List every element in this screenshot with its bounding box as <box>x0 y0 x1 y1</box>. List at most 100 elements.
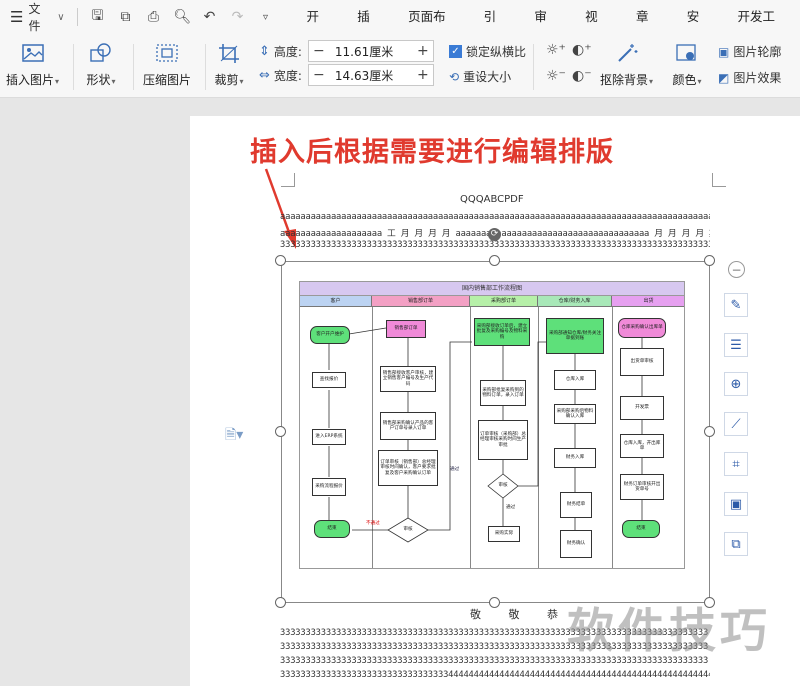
reset-size-button[interactable]: ⟲ 重设大小 <box>449 68 511 85</box>
width-stepper[interactable]: − 14.63厘米 + <box>307 64 434 86</box>
shape-label: 形状 <box>86 73 111 87</box>
image-selection-frame <box>281 261 710 603</box>
height-increase-button[interactable]: + <box>413 43 433 59</box>
outline-icon: ▣ <box>718 44 730 59</box>
picture-effect-label: 图片效果 <box>733 71 782 85</box>
crop-icon <box>214 40 244 66</box>
color-label: 颜色 <box>672 73 697 87</box>
divider <box>533 44 534 90</box>
document-title: QQQABCPDF <box>460 194 524 205</box>
file-menu-label: 文件 <box>28 2 41 33</box>
insert-picture-label: 插入图片 <box>6 73 55 87</box>
remove-background-button[interactable]: 抠除背景▾ <box>600 40 653 88</box>
ribbon-tabs: 开始 插入 页面布局 引用 审阅 视图 章节 安全 开发工具 <box>294 0 800 58</box>
tab-view[interactable]: 视图 <box>572 0 623 58</box>
collapse-icon[interactable]: − <box>728 261 745 278</box>
width-label: 宽度: <box>273 68 302 83</box>
edit-picture-icon[interactable]: ✎ <box>724 293 748 317</box>
menu-bar: ☰ 文件 ∨ 🖫 ⧉ ⎙ 🔍︎ ↶ ↷ ▿ 开始 插入 页面布局 引用 审阅 视… <box>0 0 800 58</box>
lock-ratio-checkbox[interactable]: ✓ 锁定纵横比 <box>449 43 526 60</box>
checkmark-icon: ✓ <box>449 45 462 58</box>
width-row: ⇔ 宽度: − 14.63厘米 + <box>259 64 434 86</box>
compress-picture-button[interactable]: 压缩图片 <box>143 40 191 88</box>
resize-handle-left[interactable] <box>275 426 286 437</box>
magic-wand-icon[interactable]: ⟋ <box>724 412 748 436</box>
watermark: 软件技巧 <box>567 604 771 659</box>
color-button[interactable]: 颜色▾ <box>672 40 702 88</box>
brightness-increase-icon[interactable]: ☼⁺ <box>546 42 566 58</box>
document-line: aaaaaaaaaaaaaaaaaaaaaaaaaaaaaaaaaaaaaaaa… <box>280 212 710 222</box>
divider <box>205 44 206 90</box>
tab-sections[interactable]: 章节 <box>623 0 674 58</box>
tab-page-layout[interactable]: 页面布局 <box>395 0 471 58</box>
print-icon[interactable]: ⎙ <box>146 9 162 25</box>
format-painter-icon[interactable]: ⧉ <box>118 9 134 25</box>
resize-handle-top-right[interactable] <box>704 255 715 266</box>
print-preview-icon[interactable]: 🔍︎ <box>174 9 192 25</box>
document-icon[interactable]: 🗎▾ <box>225 424 243 448</box>
crop-label: 裁剪 <box>214 73 239 87</box>
save-icon[interactable]: 🖫 <box>90 5 106 29</box>
picture-effect-button[interactable]: ◩ 图片效果 <box>718 69 781 86</box>
customize-chevron-icon[interactable]: ▿ <box>258 12 274 23</box>
magic-wand-icon <box>612 40 642 66</box>
resize-handle-bottom-left[interactable] <box>275 597 286 608</box>
divider <box>73 44 74 90</box>
remove-background-label: 抠除背景 <box>600 73 649 87</box>
height-decrease-button[interactable]: − <box>309 43 329 59</box>
width-value[interactable]: 14.63厘米 <box>329 67 413 84</box>
color-icon <box>672 40 702 66</box>
contrast-increase-icon[interactable]: ◐⁺ <box>572 42 592 58</box>
contrast-decrease-icon[interactable]: ◐⁻ <box>572 68 592 84</box>
compress-picture-label: 压缩图片 <box>143 73 192 87</box>
hamburger-icon: ☰ <box>10 8 24 26</box>
file-menu[interactable]: ☰ 文件 ∨ <box>0 0 73 34</box>
reset-size-icon: ⟲ <box>449 69 460 84</box>
brightness-decrease-icon[interactable]: ☼⁻ <box>546 68 566 84</box>
undo-icon[interactable]: ↶ <box>202 9 218 25</box>
rotate-handle-icon[interactable]: ⟳ <box>488 228 501 241</box>
zoom-icon[interactable]: ⊕ <box>724 372 748 396</box>
tab-developer[interactable]: 开发工具 <box>725 0 800 58</box>
height-stepper[interactable]: − 11.61厘米 + <box>307 40 434 62</box>
picture-outline-button[interactable]: ▣ 图片轮廓 <box>718 43 781 60</box>
tab-security[interactable]: 安全 <box>674 0 725 58</box>
tab-home[interactable]: 开始 <box>294 0 345 58</box>
resize-handle-right[interactable] <box>704 426 715 437</box>
height-row: ⇕ 高度: − 11.61厘米 + <box>259 40 434 62</box>
document-line: 3333333333333333333333333333333333333333… <box>280 240 710 250</box>
picture-to-text-icon[interactable]: ⧉ <box>724 532 748 556</box>
tab-review[interactable]: 审阅 <box>521 0 572 58</box>
width-icon: ⇔ <box>259 67 270 83</box>
resize-handle-top[interactable] <box>489 255 500 266</box>
annotation-headline: 插入后根据需要进行编辑排版 <box>250 137 614 168</box>
redo-icon[interactable]: ↷ <box>230 9 246 25</box>
divider <box>133 44 134 90</box>
width-increase-button[interactable]: + <box>413 67 433 83</box>
tab-references[interactable]: 引用 <box>471 0 522 58</box>
compress-icon <box>152 40 182 66</box>
shape-button[interactable]: 形状▾ <box>86 40 116 88</box>
picture-tools-ribbon: 插入图片▾ 形状▾ 压缩图片 裁剪▾ ⇕ 高度: − 11.61厘米 + ⇔ 宽… <box>0 34 800 98</box>
shape-icon <box>86 40 116 66</box>
crop-icon[interactable]: ⌗ <box>724 452 748 476</box>
crop-button[interactable]: 裁剪▾ <box>214 40 244 88</box>
quick-access-toolbar: 🖫 ⧉ ⎙ 🔍︎ ↶ ↷ ▿ <box>82 5 282 29</box>
width-decrease-button[interactable]: − <box>309 67 329 83</box>
picture-icon <box>18 40 48 66</box>
chevron-down-icon: ∨ <box>57 11 65 23</box>
margin-mark <box>712 173 726 187</box>
height-value[interactable]: 11.61厘米 <box>329 43 413 60</box>
divider <box>76 8 78 26</box>
reset-size-label: 重设大小 <box>463 70 512 84</box>
compress-icon[interactable]: ▣ <box>724 492 748 516</box>
resize-handle-top-left[interactable] <box>275 255 286 266</box>
document-text: 敬 敬 恭 <box>470 608 570 621</box>
insert-picture-button[interactable]: 插入图片▾ <box>6 40 59 88</box>
effect-icon: ◩ <box>718 70 730 85</box>
tab-insert[interactable]: 插入 <box>344 0 395 58</box>
document-line: 3333333333333333333333333333333334444444… <box>280 670 710 680</box>
height-label: 高度: <box>273 44 302 59</box>
lock-ratio-label: 锁定纵横比 <box>466 45 527 59</box>
text-wrap-icon[interactable]: ☰ <box>724 333 748 357</box>
